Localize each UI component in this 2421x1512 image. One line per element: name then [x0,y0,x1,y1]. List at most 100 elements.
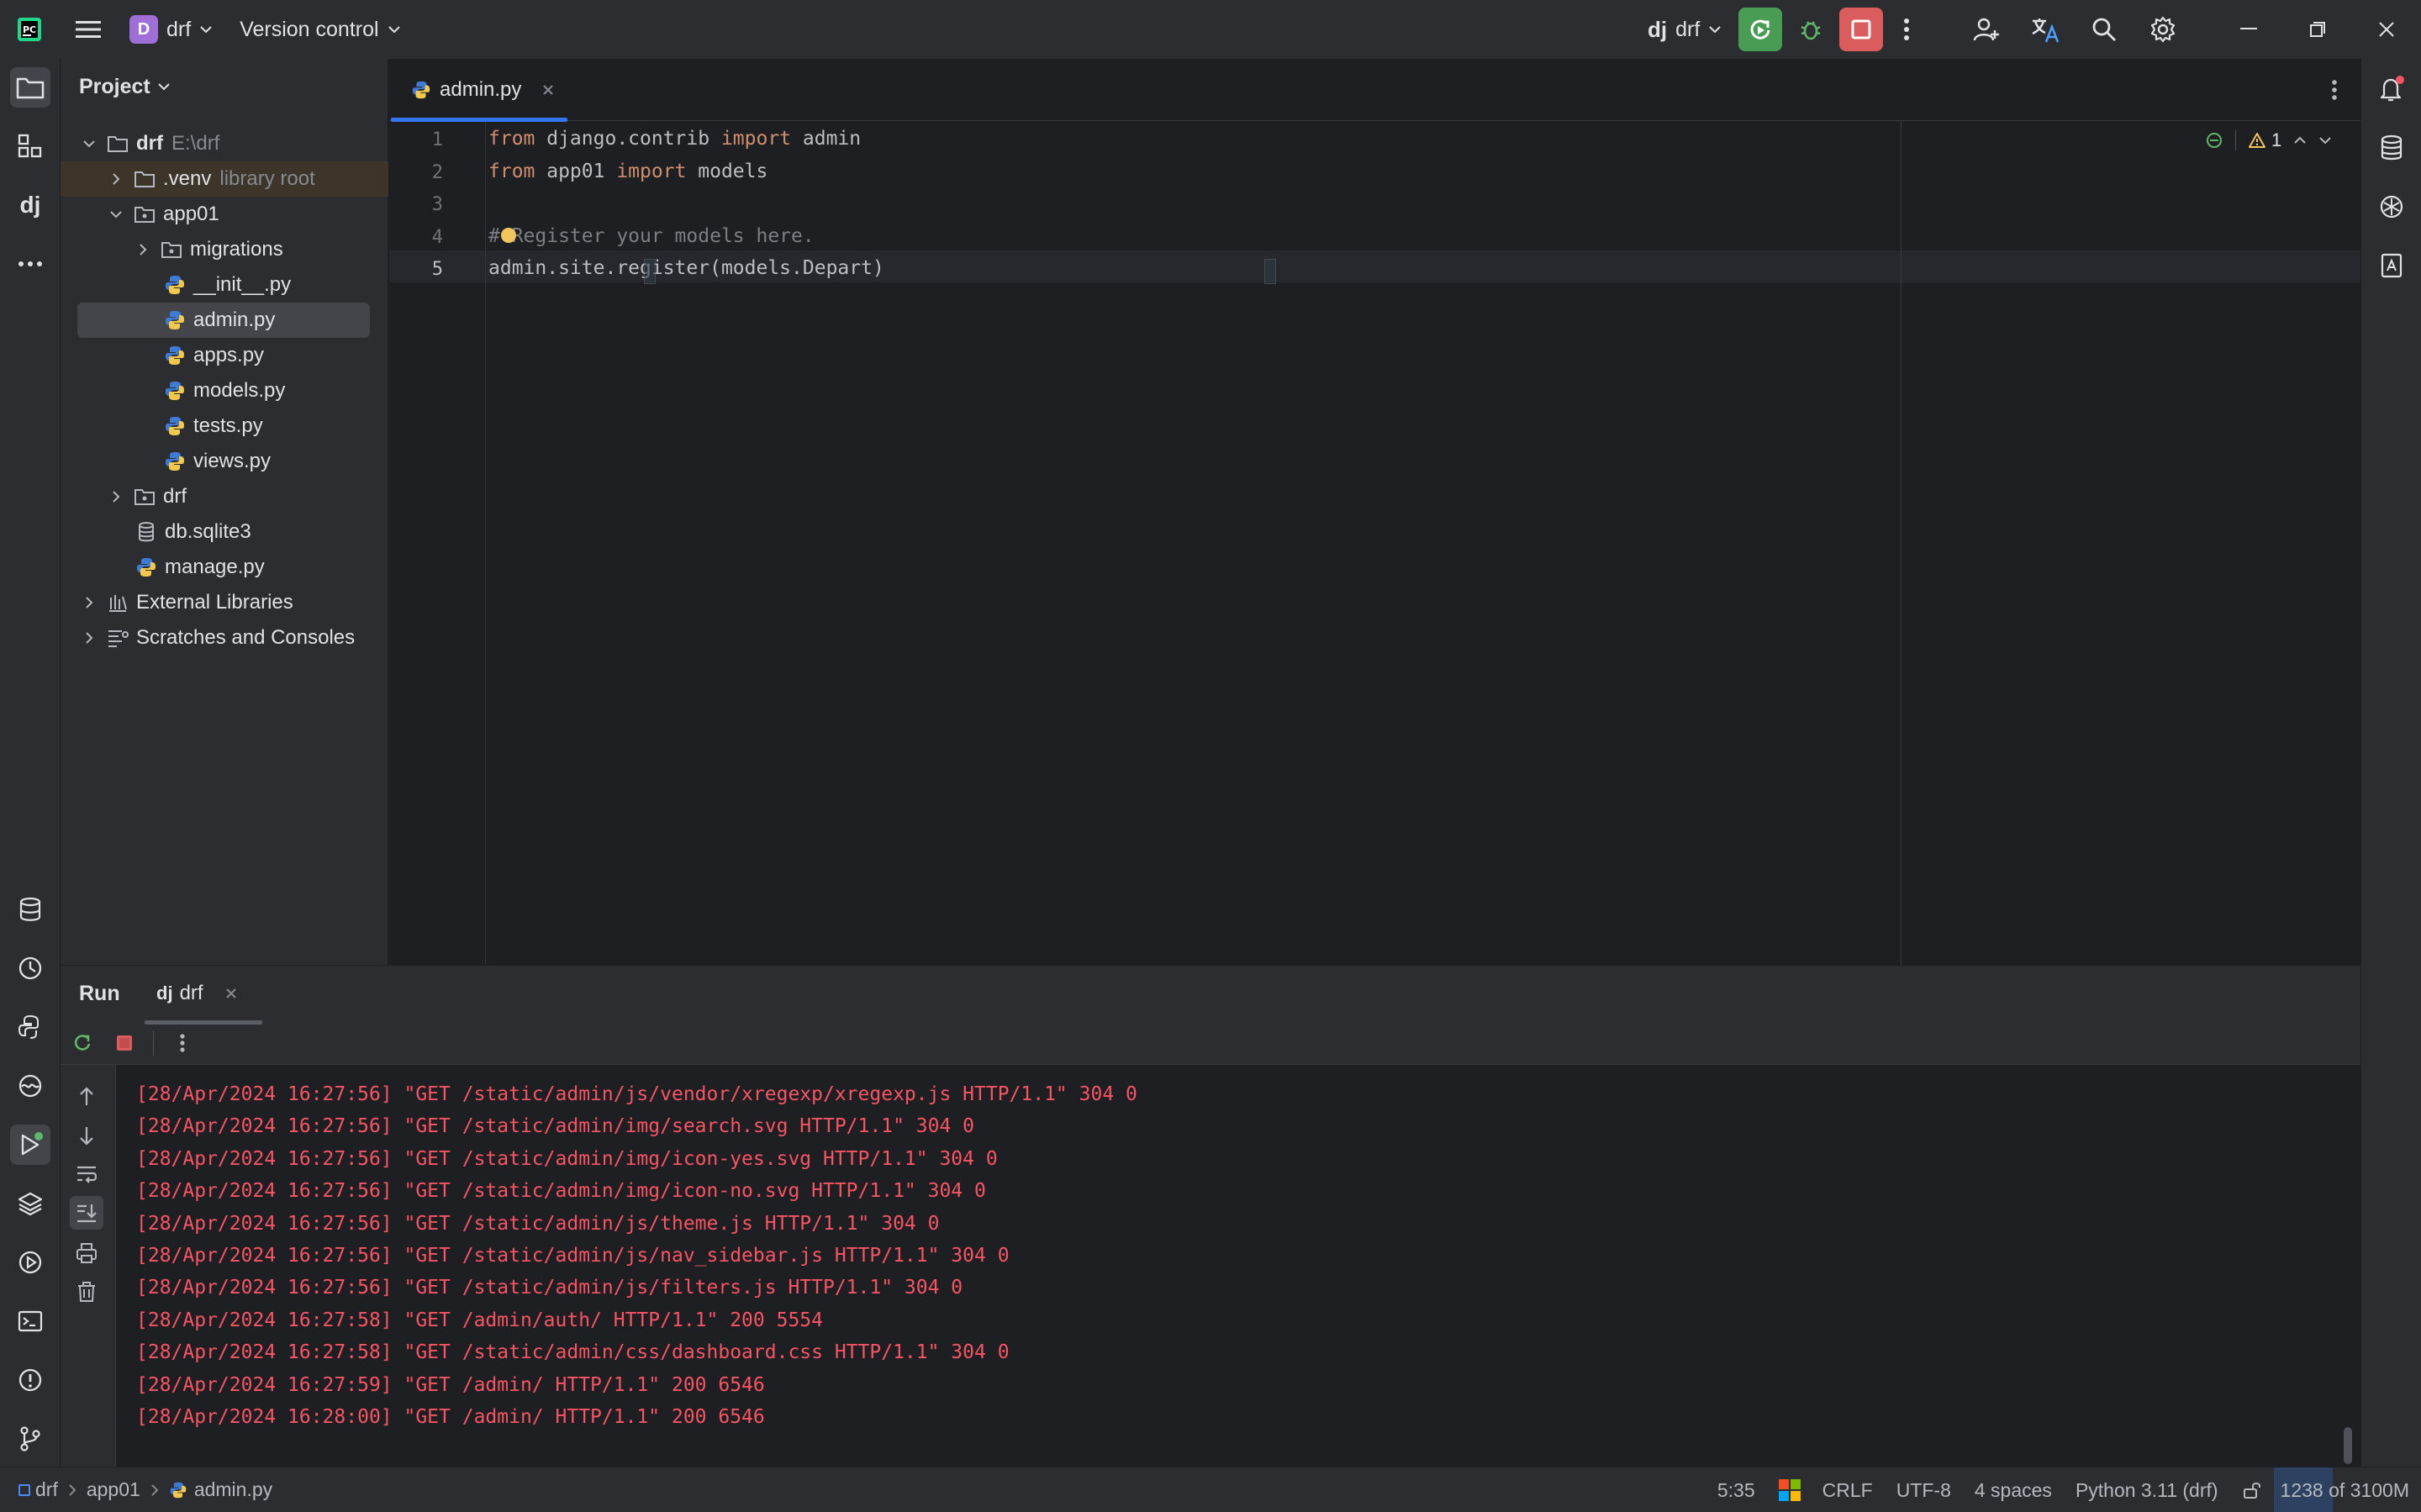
pycharm-logo-icon[interactable]: PC [0,0,59,59]
project-tool-button[interactable] [10,67,50,108]
tree-item-app01[interactable]: app01 [61,197,388,232]
tree-item-drf-root[interactable]: drf E:\drf [61,126,388,161]
project-panel-header[interactable]: Project [61,59,388,114]
tree-item-drf-package[interactable]: drf [61,479,388,514]
project-selector[interactable]: D drf [129,15,213,44]
git-tool-button[interactable] [10,1419,50,1459]
django-structure-tool-button[interactable]: dj [10,185,50,225]
indent-setting[interactable]: 4 spaces [1975,1479,2052,1502]
sciview-tool-button[interactable] [2371,245,2412,286]
tree-item-migrations[interactable]: migrations [61,232,388,267]
file-encoding[interactable]: UTF-8 [1896,1479,1951,1502]
vcs-selector[interactable]: Version control [240,18,400,42]
tree-item-scratches-and-consoles[interactable]: Scratches and Consoles [61,620,388,656]
run-config-selector[interactable]: dj drf [1648,17,1722,43]
python-interpreter[interactable]: Python 3.11 (drf) [2076,1479,2218,1502]
chevron-down-icon[interactable] [81,135,98,152]
notifications-tool-button[interactable] [2371,69,2412,109]
tree-item-models-py[interactable]: models.py [61,373,388,408]
scroll-up-button[interactable] [75,1085,98,1109]
restore-button[interactable] [2283,0,2352,59]
search-button[interactable] [2075,0,2134,59]
minimize-button[interactable] [2214,0,2283,59]
tree-item-apps-py[interactable]: apps.py [61,338,388,373]
chevron-right-icon[interactable] [134,241,151,258]
rerun-button[interactable] [69,1030,96,1056]
breadcrumb-item[interactable]: drf [35,1478,58,1501]
more-actions-button[interactable] [1890,8,1923,51]
chevron-right-icon[interactable] [108,171,124,187]
python-console-tool-button[interactable] [10,1007,50,1047]
tree-item-tests-py[interactable]: tests.py [61,408,388,444]
rerun-button[interactable] [1738,8,1783,51]
problems-tool-button[interactable] [10,1360,50,1400]
restore-icon [2310,22,2325,37]
line-separator[interactable]: CRLF [1822,1479,1873,1502]
memory-usage: 1238 of 3100M [2280,1478,2409,1501]
code-area[interactable]: from django.contrib import admin from ap… [389,122,2360,965]
clear-all-button[interactable] [75,1280,98,1304]
structure-tool-button[interactable] [10,126,50,166]
python-packages-tool-button[interactable] [10,889,50,930]
profiler-tool-button[interactable] [10,948,50,988]
tree-item-manage-py[interactable]: manage.py [61,550,388,585]
tree-item-views-py[interactable]: views.py [61,444,388,479]
settings-button[interactable] [2134,0,2192,59]
django-icon: dj [1648,16,1668,42]
scroll-to-end-button[interactable] [70,1196,103,1230]
chevron-right-icon[interactable] [81,630,98,646]
chevron-right-icon[interactable] [108,488,124,505]
close-window-button[interactable] [2352,0,2421,59]
editor-tab-admin-py[interactable]: admin.py [391,59,567,122]
tree-item-db-sqlite3[interactable]: db.sqlite3 [61,514,388,550]
intention-bulb-icon[interactable] [501,228,516,243]
windows-logo-icon[interactable] [1778,1479,1801,1501]
keyword: import [616,161,687,182]
console-scrollbar-thumb[interactable] [2344,1427,2352,1464]
tree-item-admin-py[interactable]: admin.py [61,303,388,338]
tree-item-init-py[interactable]: __init__.py [61,267,388,303]
debug-button[interactable] [1789,8,1833,51]
terminal-tool-button[interactable] [10,1301,50,1341]
tab-options-button[interactable] [2320,76,2349,104]
run-tab-drf[interactable]: dj drf [145,966,262,1025]
run-console-output[interactable]: [28/Apr/2024 16:27:56] "GET /static/admi… [116,1065,2360,1467]
layers-tool-button[interactable] [10,1183,50,1224]
database-file-icon [134,520,158,544]
packages-icon [19,897,41,921]
run-tool-button[interactable] [10,1125,50,1165]
stop-button[interactable] [1839,8,1884,51]
scroll-down-button[interactable] [75,1124,98,1147]
services-tool-button[interactable] [10,1066,50,1106]
endpoints-tool-button[interactable] [10,1242,50,1283]
print-button[interactable] [75,1241,98,1265]
caret-position[interactable]: 5:35 [1717,1479,1755,1502]
tree-item-external-libraries[interactable]: External Libraries [61,585,388,620]
tree-item-label: drf [136,132,163,155]
code-with-me-button[interactable] [1957,0,2016,59]
keyword: from [488,128,535,150]
tree-item-label: __init__.py [193,273,292,296]
arrow-down-icon [80,1127,93,1146]
run-more-button[interactable] [169,1030,196,1056]
lock-icon[interactable] [2242,1480,2262,1500]
memory-indicator[interactable]: 1238 of 3100M [2273,1467,2421,1512]
stop-button[interactable] [111,1030,138,1056]
breadcrumb-item[interactable]: admin.py [194,1478,272,1501]
ai-assistant-tool-button[interactable] [2371,187,2412,227]
breadcrumb-item[interactable]: app01 [87,1478,140,1501]
soft-wrap-button[interactable] [75,1162,98,1186]
editor: admin.py 1 1 2 3 4 5 from django.contrib… [389,59,2360,965]
chevron-down-icon[interactable] [108,206,124,223]
database-tool-button[interactable] [2371,128,2412,168]
more-tools-button[interactable] [10,244,50,284]
database-icon [2381,134,2403,161]
close-tab-icon[interactable] [541,83,555,97]
chevron-right-icon[interactable] [81,594,98,611]
chevron-right-icon [151,1483,159,1496]
main-menu-icon[interactable] [59,0,118,59]
translate-button[interactable] [2016,0,2075,59]
close-tab-icon[interactable] [225,988,237,999]
code-line-4: # Register your models here. [488,225,815,247]
tree-item-venv[interactable]: .venv library root [61,161,388,197]
